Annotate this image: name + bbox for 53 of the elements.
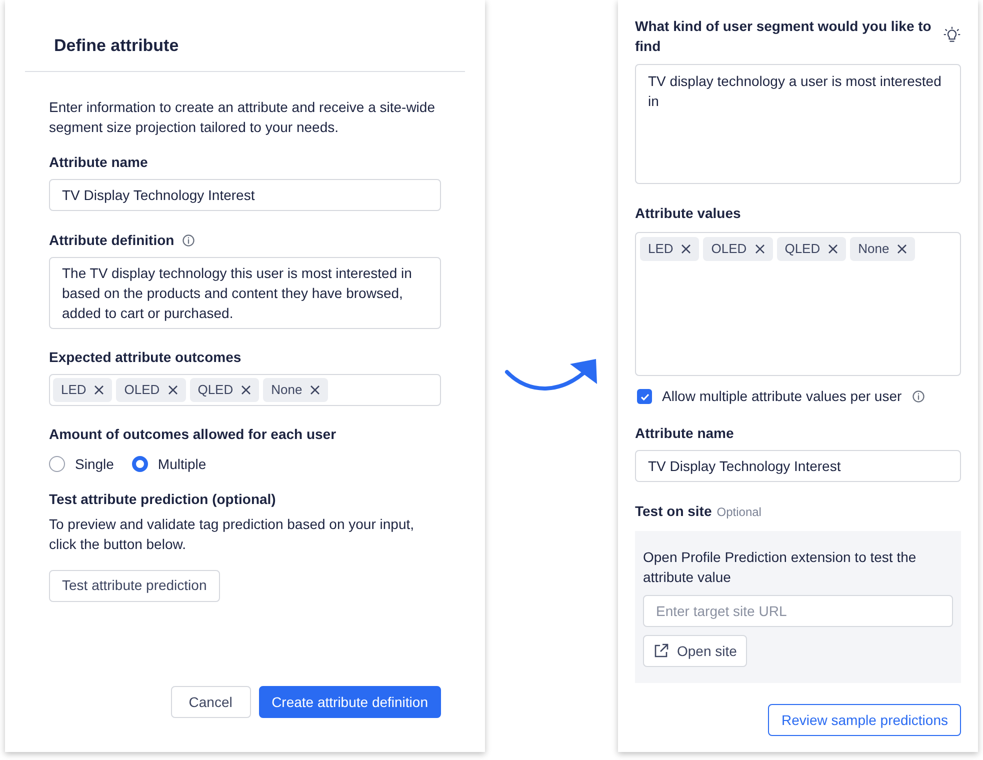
remove-icon[interactable] [241,384,252,394]
optional-hint: Optional [716,504,762,521]
test-description: To preview and validate tag prediction based on your input, click the button below. [49,514,416,554]
open-site-button[interactable]: Open site [643,635,747,667]
tag: QLED [190,378,260,402]
review-predictions-button[interactable]: Review sample predictions [768,704,961,736]
tag: LED [640,237,700,261]
attribute-name-field[interactable]: TV Display Technology Interest [49,178,441,210]
tag: None [850,237,916,261]
attribute-definition-field[interactable]: The TV display technology this user is most interested in based on the products and content they have browsed, added to cart or purchased. [49,256,441,328]
remove-icon[interactable] [828,244,838,254]
remove-icon[interactable] [94,384,104,394]
check-icon [640,392,650,402]
segment-question-field[interactable]: TV display technology a user is most interested in [635,64,961,184]
attribute-name-field[interactable]: TV Display Technology Interest [635,450,961,482]
outcomes-field[interactable]: LED OLED QLED None [49,374,441,406]
remove-icon[interactable] [897,244,908,254]
tag: LED [53,378,112,402]
test-prediction-button[interactable]: Test attribute prediction [49,570,220,602]
remove-icon[interactable] [310,384,320,394]
field-label: Attribute values [635,204,742,223]
field-label: Attribute name [635,424,735,443]
cancel-button[interactable]: Cancel [170,686,251,718]
checkbox-label: Allow multiple attribute values per user [662,387,902,406]
checkbox[interactable] [637,389,652,404]
radio-button[interactable] [132,456,148,472]
field-label: Attribute name [49,152,149,172]
remove-icon[interactable] [168,384,178,394]
lightbulb-icon[interactable] [943,26,961,44]
tag: QLED [776,237,846,261]
radio-label: Single [75,454,114,474]
field-label: Expected attribute outcomes [49,348,242,367]
remove-icon[interactable] [754,244,765,254]
radio-label: Multiple [158,454,206,474]
field-label: Attribute definition [49,230,174,250]
test-site-description: Open Profile Prediction extension to test the attribute value [643,548,918,587]
panel-title: Define attribute [54,35,180,57]
attribute-values-field[interactable]: LED OLED QLED None [635,232,961,376]
create-button[interactable]: Create attribute definition [258,686,441,718]
external-link-icon [653,643,669,659]
info-icon [912,390,925,403]
tag: OLED [703,237,773,261]
field-label: Amount of outcomes allowed for each user [49,424,338,444]
tag: OLED [116,378,186,402]
field-label: Test on site [635,502,712,521]
field-label: Test attribute prediction (optional) [49,490,277,509]
remove-icon[interactable] [681,244,692,254]
intro-text: Enter information to create an attribute and receive a site-wide segment size projection tailored to your needs. [49,98,436,136]
radio-button[interactable] [49,456,65,472]
tag: None [263,378,328,402]
info-icon [182,234,196,246]
site-url-field[interactable]: Enter target site URL [643,595,953,627]
field-label: What kind of user segment would you like to find [635,17,932,56]
